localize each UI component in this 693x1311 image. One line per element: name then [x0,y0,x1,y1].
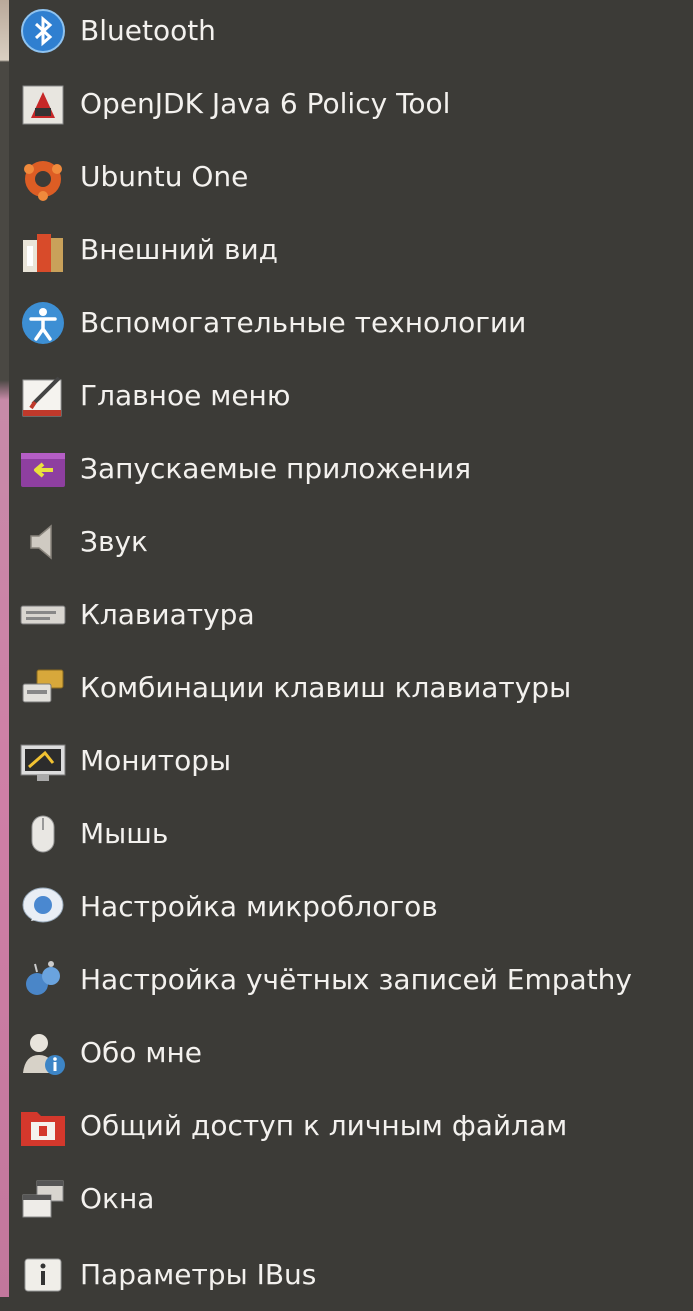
menu-item-label: Мониторы [80,743,232,777]
accessibility-icon [17,297,69,349]
menu-item-microblogs[interactable]: Настройка микроблогов [9,870,693,943]
menu-item-ubuntu-one[interactable]: Ubuntu One [9,140,693,213]
menu-item-label: Мышь [80,816,169,850]
menu-item-windows[interactable]: Окна [9,1162,693,1235]
menu-item-label: Звук [80,524,148,558]
empathy-accounts-icon [17,954,69,1006]
menu-item-label: Вспомогательные технологии [80,305,527,339]
windows-icon [17,1173,69,1225]
menu-item-label: Внешний вид [80,232,279,266]
menu-item-bluetooth[interactable]: Bluetooth [9,0,693,67]
system-preferences-menu: Bluetooth OpenJDK Java 6 Policy Tool Ubu… [9,0,693,1297]
microblog-icon [17,881,69,933]
menu-item-label: Окна [80,1181,155,1215]
startup-applications-icon [17,443,69,495]
main-menu-editor-icon [17,370,69,422]
menu-item-label: Настройка микроблогов [80,889,438,923]
menu-item-label: Ubuntu One [80,159,249,193]
menu-item-label: Bluetooth [80,13,216,47]
menu-item-sound[interactable]: Звук [9,505,693,578]
menu-item-label: OpenJDK Java 6 Policy Tool [80,86,451,120]
keyboard-shortcuts-icon [17,662,69,714]
menu-item-openjdk-policy-tool[interactable]: OpenJDK Java 6 Policy Tool [9,67,693,140]
menu-item-label: Клавиатура [80,597,255,631]
monitor-icon [17,735,69,787]
ibus-icon [17,1249,69,1301]
menu-item-label: Параметры IBus [80,1257,317,1291]
menu-item-appearance[interactable]: Внешний вид [9,213,693,286]
menu-item-label: Комбинации клавиш клавиатуры [80,670,572,704]
mouse-icon [17,808,69,860]
file-sharing-icon [17,1100,69,1152]
menu-item-label: Главное меню [80,378,291,412]
menu-item-mouse[interactable]: Мышь [9,797,693,870]
menu-item-about-me[interactable]: Обо мне [9,1016,693,1089]
menu-item-label: Запускаемые приложения [80,451,472,485]
sound-icon [17,516,69,568]
menu-item-label: Обо мне [80,1035,202,1069]
java-policy-icon [17,78,69,130]
appearance-icon [17,224,69,276]
menu-item-accessibility[interactable]: Вспомогательные технологии [9,286,693,359]
menu-item-monitors[interactable]: Мониторы [9,724,693,797]
menu-item-label: Общий доступ к личным файлам [80,1108,568,1142]
menu-item-ibus[interactable]: Параметры IBus [9,1238,693,1311]
ubuntu-one-icon [17,151,69,203]
menu-item-keyboard-shortcuts[interactable]: Комбинации клавиш клавиатуры [9,651,693,724]
left-edge-stripe [0,0,9,1297]
bluetooth-icon [17,5,69,57]
keyboard-icon [17,589,69,641]
menu-item-main-menu[interactable]: Главное меню [9,359,693,432]
about-me-icon [17,1027,69,1079]
menu-item-file-sharing[interactable]: Общий доступ к личным файлам [9,1089,693,1162]
menu-item-label: Настройка учётных записей Empathy [80,962,632,996]
menu-item-startup-applications[interactable]: Запускаемые приложения [9,432,693,505]
menu-item-empathy-accounts[interactable]: Настройка учётных записей Empathy [9,943,693,1016]
menu-item-keyboard[interactable]: Клавиатура [9,578,693,651]
